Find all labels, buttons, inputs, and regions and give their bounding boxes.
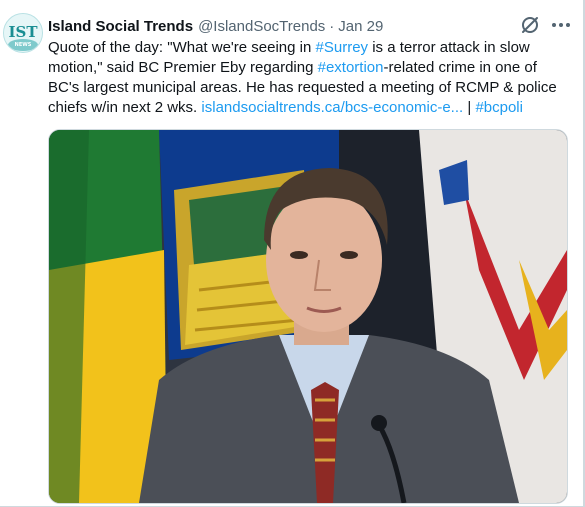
tweet-text-part-4: |	[463, 99, 476, 116]
separator-dot: ·	[329, 17, 335, 35]
tweet-header: Island Social Trends @IslandSocTrends · …	[48, 15, 565, 37]
display-name[interactable]: Island Social Trends	[48, 18, 193, 35]
tweet-photo[interactable]	[48, 129, 568, 504]
grok-icon[interactable]	[519, 14, 541, 36]
hashtag-surrey[interactable]: #Surrey	[316, 39, 369, 56]
avatar-logo-icon: IST NEWS	[4, 14, 42, 52]
avatar[interactable]: IST NEWS	[3, 13, 43, 53]
avatar-subtext: NEWS	[15, 42, 32, 48]
hashtag-extortion[interactable]: #extortion	[318, 59, 384, 76]
tweet-text: Quote of the day: "What we're seeing in …	[48, 38, 568, 118]
hashtag-bcpoli[interactable]: #bcpoli	[475, 99, 523, 116]
tweet-text-part-1: Quote of the day: "What we're seeing in	[48, 39, 316, 56]
avatar-text: IST	[8, 23, 38, 41]
article-link[interactable]: islandsocialtrends.ca/bcs-economic-e...	[201, 99, 463, 116]
photo-image	[49, 130, 567, 503]
user-handle[interactable]: @IslandSocTrends	[198, 18, 325, 35]
more-horizontal-icon[interactable]	[550, 14, 572, 36]
tweet-date[interactable]: Jan 29	[338, 18, 383, 35]
